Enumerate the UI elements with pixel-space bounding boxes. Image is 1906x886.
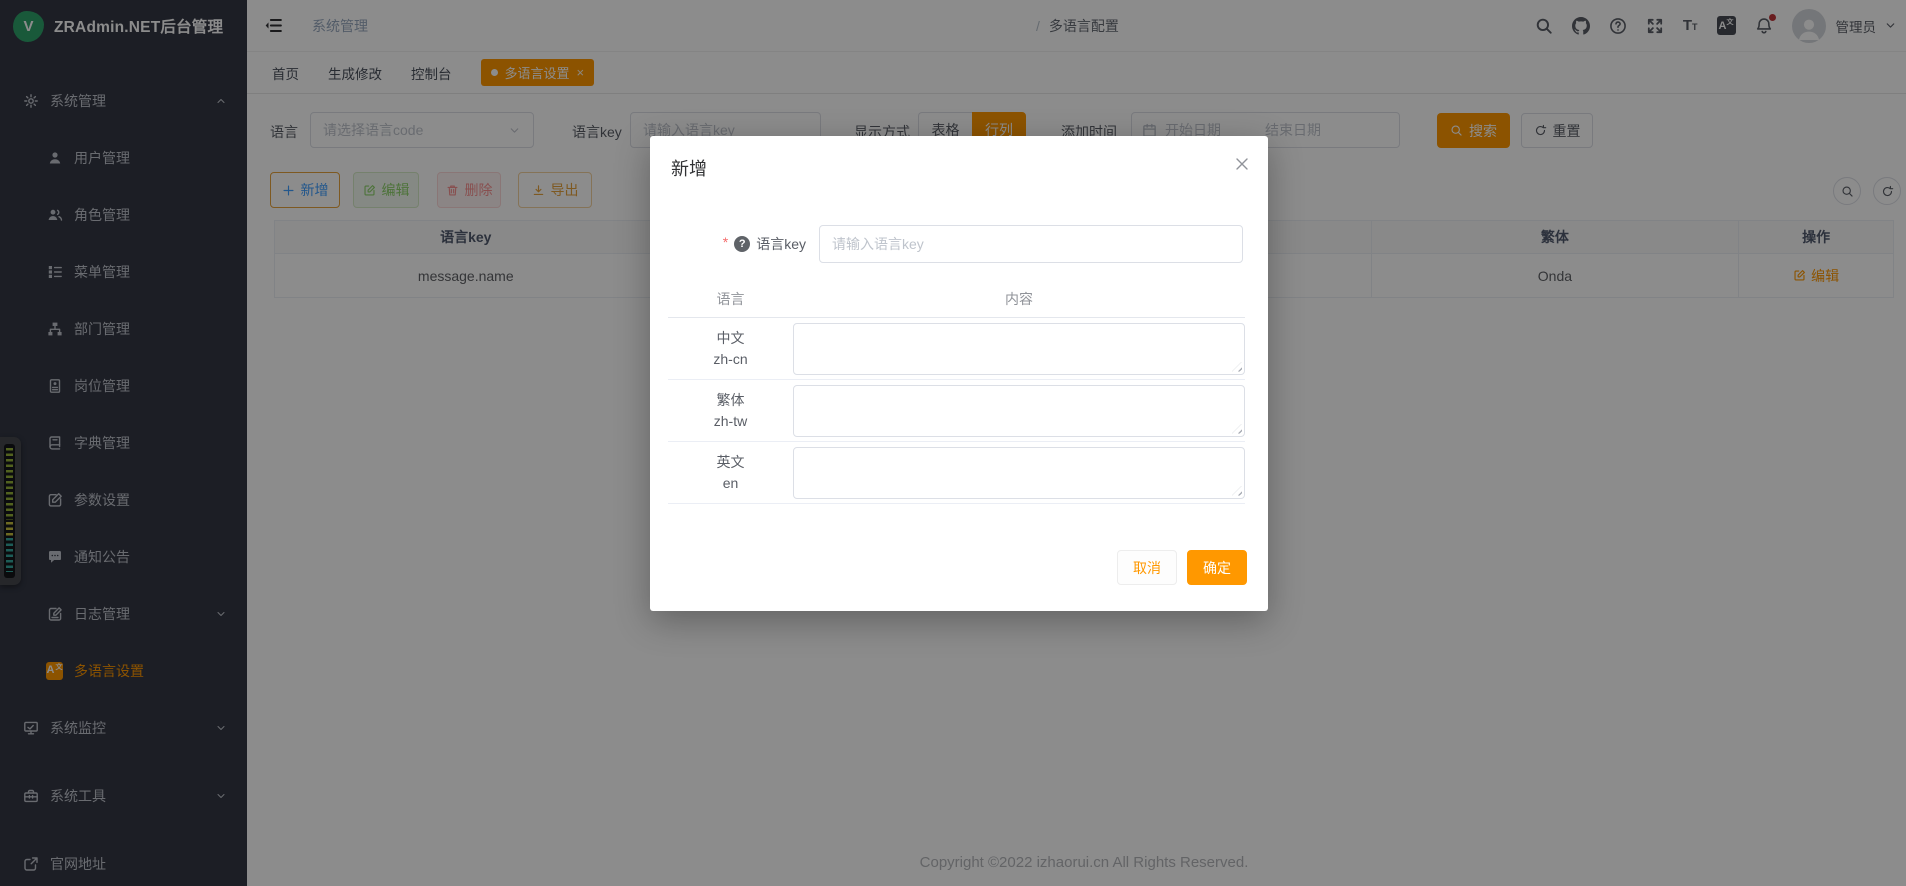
cancel-button[interactable]: 取消 <box>1117 550 1177 585</box>
help-icon[interactable]: ? <box>734 236 750 252</box>
dialog-content-cell <box>793 447 1245 499</box>
dialog-footer: 取消 确定 <box>1117 550 1247 585</box>
zh-cn-content-textarea[interactable] <box>793 323 1245 375</box>
app-root: V ZRAdmin.NET后台管理 系统管理 用户管理 角色管理 菜单管理 <box>0 0 1906 886</box>
zh-tw-content-textarea[interactable] <box>793 385 1245 437</box>
dialog-row-en: 英文 en <box>668 442 1245 504</box>
dialog-language-cell: 中文 zh-cn <box>668 328 793 370</box>
dialog-row-zh-tw: 繁体 zh-tw <box>668 380 1245 442</box>
dialog-language-table: 语言 内容 中文 zh-cn 繁体 zh-tw <box>668 281 1245 504</box>
dialog-language-cell: 繁体 zh-tw <box>668 390 793 432</box>
dialog-column-language: 语言 <box>668 289 793 309</box>
dialog-content-cell <box>793 385 1245 437</box>
dialog-column-content: 内容 <box>793 289 1245 309</box>
close-icon[interactable] <box>1234 156 1250 172</box>
dialog-key-input[interactable] <box>819 225 1243 263</box>
required-mark: * <box>723 234 728 250</box>
dialog-language-cell: 英文 en <box>668 452 793 494</box>
en-content-textarea[interactable] <box>793 447 1245 499</box>
dialog-key-form-row: * ? 语言key <box>650 225 1243 263</box>
dialog-table-header: 语言 内容 <box>668 281 1245 318</box>
confirm-button[interactable]: 确定 <box>1187 550 1247 585</box>
dialog-key-label: * ? 语言key <box>650 234 819 254</box>
dialog-title: 新增 <box>671 155 707 181</box>
dialog-row-zh-cn: 中文 zh-cn <box>668 318 1245 380</box>
add-dialog: 新增 * ? 语言key 语言 内容 中文 zh-cn <box>650 136 1268 611</box>
dialog-content-cell <box>793 323 1245 375</box>
